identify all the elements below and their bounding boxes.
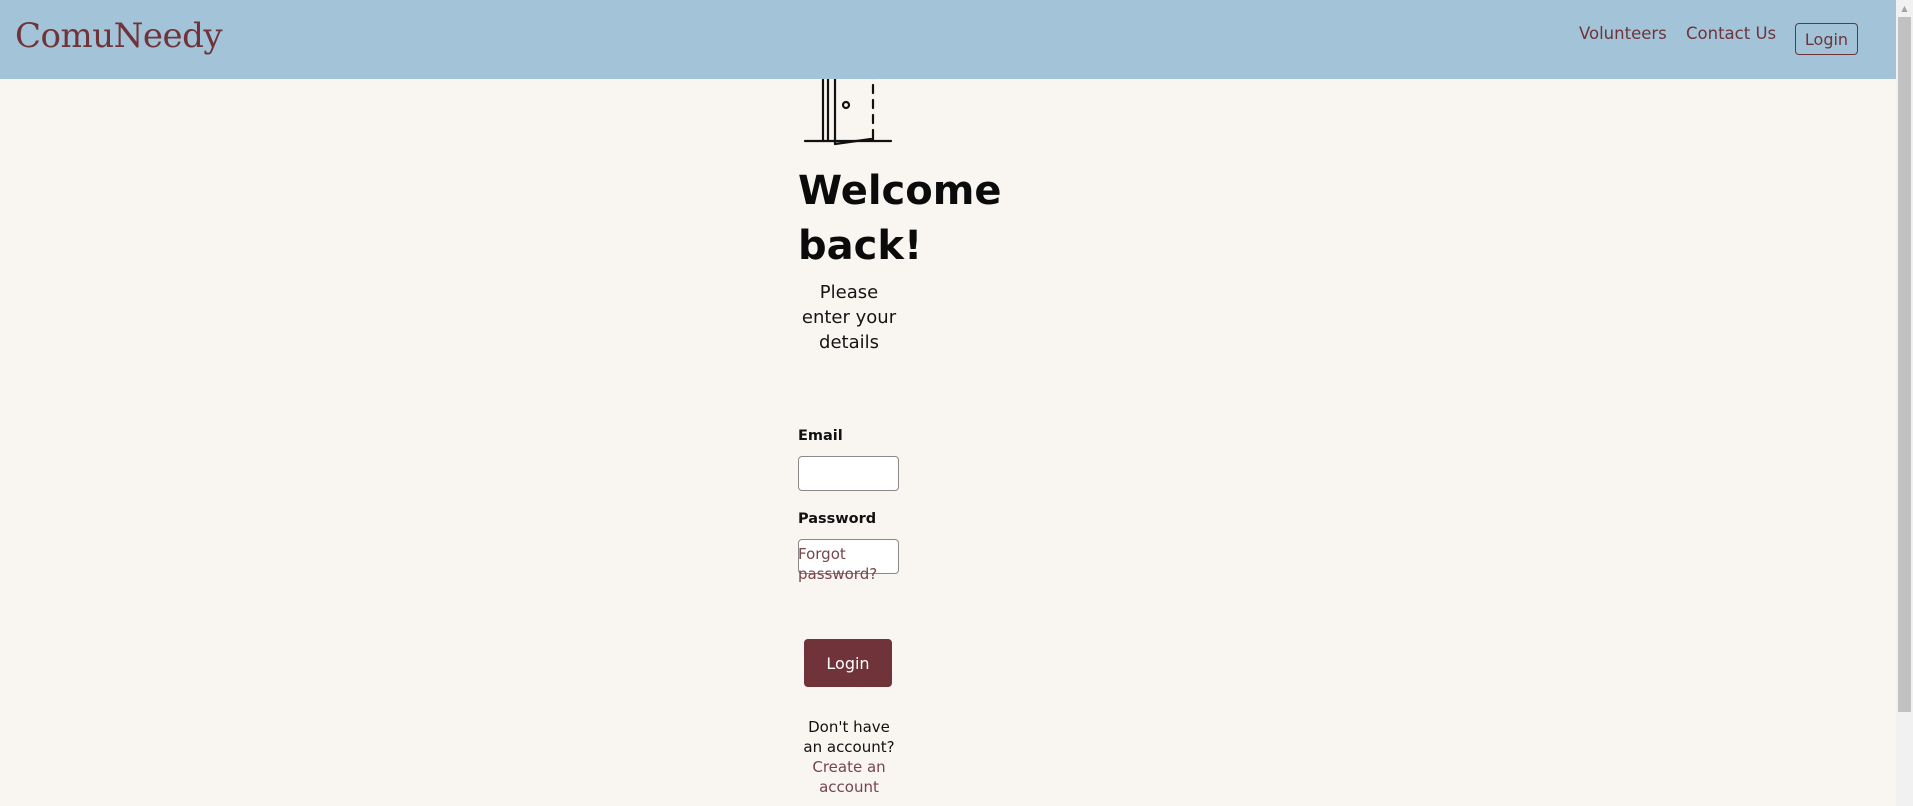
nav-link-contact-us[interactable]: Contact Us xyxy=(1686,24,1776,43)
nav-login-button[interactable]: Login xyxy=(1795,23,1858,55)
password-label: Password xyxy=(798,511,877,527)
signup-prompt: Don't have an account? Create an account xyxy=(798,717,900,797)
forgot-password-link[interactable]: Forgot password? xyxy=(798,544,888,584)
page-subtitle: Please enter your details xyxy=(801,282,897,353)
create-account-link[interactable]: Create an account xyxy=(798,757,900,797)
scrollbar-thumb[interactable] xyxy=(1898,17,1911,712)
brand-logo[interactable]: ComuNeedy xyxy=(15,16,223,56)
nav-link-volunteers[interactable]: Volunteers xyxy=(1579,24,1667,43)
scroll-up-arrow-icon[interactable]: ▲ xyxy=(1896,0,1913,17)
page: Welcome back! Please enter your details … xyxy=(0,0,1896,806)
signup-prompt-text: Don't have an account? xyxy=(803,718,895,756)
page-title: Welcome back! xyxy=(798,168,1002,269)
login-submit-button[interactable]: Login xyxy=(804,639,892,687)
vertical-scrollbar[interactable]: ▲ xyxy=(1896,0,1913,806)
navbar: ComuNeedy Volunteers Contact Us Login xyxy=(0,0,1896,79)
browser-viewport: Welcome back! Please enter your details … xyxy=(0,0,1913,806)
email-field[interactable] xyxy=(798,456,899,491)
email-label: Email xyxy=(798,428,843,444)
